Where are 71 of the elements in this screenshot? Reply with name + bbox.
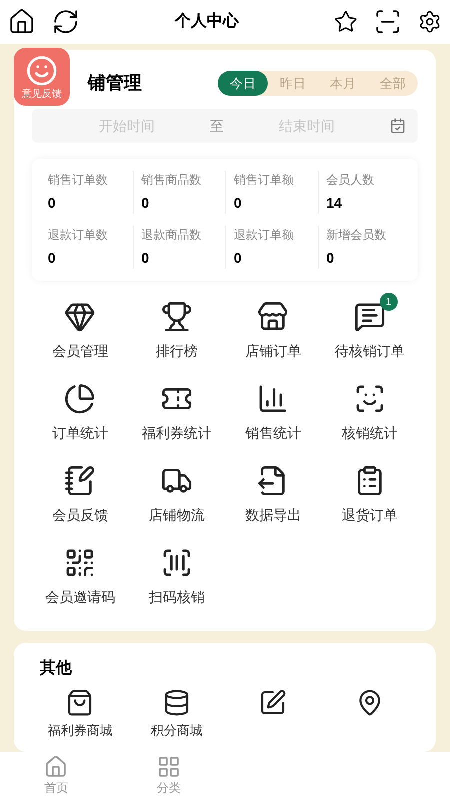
edit-icon	[259, 689, 288, 717]
scan-icon[interactable]	[374, 8, 402, 36]
stat-label: 退款商品数	[142, 227, 202, 244]
coins-icon	[162, 689, 191, 717]
menu-item[interactable]: 排行榜	[128, 293, 225, 375]
home-icon[interactable]	[8, 8, 36, 36]
menu-item[interactable]: 店铺物流	[128, 457, 225, 539]
menu-item[interactable]: 退货订单	[322, 457, 418, 539]
stat-label: 新增会员数	[326, 227, 388, 244]
menu-label: 福利券商城	[48, 722, 113, 740]
menu-label: 会员管理	[52, 342, 108, 361]
trophy-icon	[160, 301, 193, 333]
stat-label: 销售订单数	[48, 172, 109, 189]
pie-chart-icon	[64, 383, 96, 415]
stat-value: 0	[48, 194, 57, 213]
menu-item[interactable]: 福利券统计	[128, 375, 225, 457]
menu-label: 待核销订单	[334, 342, 405, 361]
settings-icon[interactable]	[418, 10, 442, 34]
menu-label: 福利券统计	[142, 424, 212, 443]
menu-item[interactable]: 核销统计	[322, 375, 418, 457]
stat-label: 销售商品数	[142, 172, 202, 189]
stat-value: 0	[234, 194, 243, 213]
menu-label: 排行榜	[156, 342, 198, 361]
menu-item[interactable]: 销售统计	[225, 375, 322, 457]
menu-item[interactable]: 会员反馈	[32, 457, 128, 539]
grid-icon	[156, 755, 181, 779]
menu-label: 扫码核销	[148, 588, 205, 607]
badge-label: 意见反馈	[22, 88, 62, 102]
stat-label: 销售订单额	[234, 172, 295, 189]
refresh-icon[interactable]	[52, 8, 80, 36]
menu-label: 会员反馈	[52, 506, 108, 525]
period-tab[interactable]: 今日	[218, 70, 268, 96]
menu-item[interactable]: 会员邀请码	[32, 539, 128, 621]
section-title: 其他	[39, 658, 74, 679]
menu-label: 店铺订单	[245, 342, 302, 361]
menu-label: 店铺物流	[148, 506, 205, 525]
shopping-bag-icon	[66, 689, 94, 717]
gem-icon	[64, 301, 96, 333]
menu-label: 订单统计	[52, 424, 108, 443]
menu-label: 会员邀请码	[45, 588, 116, 607]
menu-label: 积分商城	[150, 722, 203, 740]
calendar-icon[interactable]	[390, 118, 406, 134]
star-icon[interactable]	[334, 10, 358, 34]
stat-label: 退款订单额	[234, 227, 295, 244]
mascot-icon	[26, 55, 58, 87]
menu-item[interactable]: 店铺订单	[225, 293, 322, 375]
menu-item[interactable]: 订单统计	[32, 375, 128, 457]
menu-label: 数据导出	[245, 506, 302, 525]
section-title: 铺管理	[88, 72, 142, 95]
stat-label: 退款订单数	[48, 227, 109, 244]
range-separator: 至	[210, 116, 224, 136]
menu-label: 销售统计	[245, 424, 302, 443]
message-icon	[354, 301, 386, 333]
menu-item[interactable]: 扫码核销	[128, 539, 225, 621]
stat-value: 0	[142, 249, 150, 268]
count-badge: 1	[380, 293, 398, 311]
stat-value: 0	[48, 249, 57, 268]
stat-value: 0	[234, 249, 243, 268]
stat-value: 0	[326, 249, 336, 268]
store-icon	[257, 301, 290, 333]
stat-value: 0	[142, 194, 150, 213]
menu-item[interactable]: 1 待核销订单	[322, 293, 418, 375]
menu-item[interactable]: 数据导出	[225, 457, 322, 539]
notes-icon	[64, 465, 96, 497]
home-icon	[44, 755, 68, 779]
menu-label: 退货订单	[342, 506, 398, 525]
menu-item[interactable]: 会员管理	[32, 293, 128, 375]
menu-label: 核销统计	[342, 424, 398, 443]
page-title: 个人中心	[175, 11, 239, 32]
stat-value: 14	[326, 194, 344, 213]
stat-label: 会员人数	[326, 172, 376, 189]
